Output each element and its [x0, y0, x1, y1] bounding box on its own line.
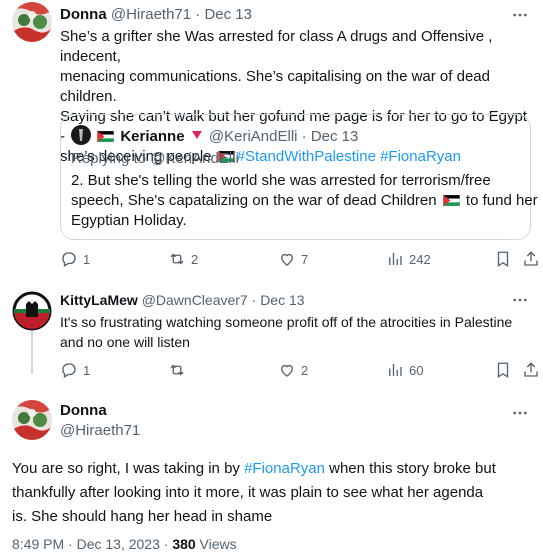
avatar-image [12, 2, 52, 42]
text-line: menacing communications. She’s capitalis… [60, 68, 490, 105]
palestine-flag-icon [442, 195, 460, 206]
text-line: and no one will listen [60, 334, 190, 350]
text-line: 2. But she's telling the world she was a… [71, 172, 491, 189]
share-button[interactable] [522, 361, 540, 379]
analytics-icon [389, 253, 402, 265]
bookmark-button[interactable] [494, 361, 512, 379]
text-line: when this story broke but [324, 460, 496, 477]
avatar-donna[interactable] [12, 2, 52, 42]
tweet-actions: 1 2 60 [60, 361, 538, 381]
reply-button[interactable]: 1 [60, 361, 90, 379]
tweet-text: You are so right, I was taking in by #Fi… [12, 457, 540, 529]
author-name[interactable]: KittyLaMew [60, 292, 138, 308]
text-line: speech, She's capatalizing on the war of… [71, 192, 441, 209]
views-button[interactable]: 60 [386, 361, 423, 379]
like-button[interactable]: 2 [278, 361, 308, 379]
heart-triangle-icon [191, 131, 202, 139]
separator: · [195, 6, 201, 23]
author-name[interactable]: Donna [60, 6, 107, 23]
like-count: 7 [301, 251, 309, 267]
text-line: She’s a grifter she Was arrested for cla… [60, 28, 493, 65]
author-handle[interactable]: @Hiraeth71 [60, 421, 140, 441]
reply-count: 1 [83, 362, 91, 378]
views-button[interactable]: 242 [386, 250, 431, 268]
tweet-meta: 8:49 PM · Dec 13, 2023 · 380 Views [12, 534, 237, 554]
author-name[interactable]: Donna [60, 401, 107, 421]
author-handle[interactable]: @DawnCleaver7 [142, 292, 248, 308]
retweet-button[interactable]: 2 [168, 250, 198, 268]
quoted-author-name[interactable]: Kerianne [120, 128, 184, 145]
reply-icon [62, 252, 76, 267]
reply-count: 1 [83, 251, 91, 267]
views-count: 60 [409, 362, 424, 378]
avatar-kittylamew[interactable] [12, 291, 52, 331]
reply-icon [62, 363, 76, 378]
avatar-kerianne[interactable] [71, 125, 91, 145]
quoted-tweet-date[interactable]: Dec 13 [311, 128, 359, 145]
separator: · [301, 128, 307, 145]
quoted-author-handle[interactable]: @KeriAndElli [209, 128, 298, 145]
palestine-flag-icon [97, 131, 115, 142]
heart-icon [281, 253, 293, 266]
text-line: It's so frustrating watching someone pro… [60, 314, 513, 330]
more-options-icon[interactable] [511, 291, 529, 309]
share-icon [524, 362, 538, 377]
retweet-button[interactable] [168, 361, 191, 379]
author-handle[interactable]: @Hiraeth71 [111, 6, 191, 23]
text-line: is. She should hang her head in shame [12, 508, 273, 525]
retweet-icon [170, 253, 184, 265]
tweet-actions: 1 2 7 242 [60, 250, 538, 270]
avatar-image [12, 291, 52, 331]
text-line: thankfully after looking into it more, i… [12, 484, 484, 501]
like-button[interactable]: 7 [278, 250, 308, 268]
hashtag-fionaryan[interactable]: #FionaRyan [244, 460, 325, 477]
separator: · [251, 292, 257, 308]
text-line: to fund her [461, 192, 538, 209]
reply-button[interactable]: 1 [60, 250, 90, 268]
tweet-date[interactable]: Dec 13 [260, 292, 304, 308]
analytics-icon [389, 364, 402, 376]
more-options-icon[interactable] [511, 404, 529, 422]
views-count: 242 [409, 251, 431, 267]
heart-icon [281, 364, 293, 377]
avatar-donna[interactable] [12, 400, 52, 440]
quoted-tweet[interactable]: Kerianne @KeriAndElli · Dec 13 Replying … [60, 114, 538, 240]
text-line: You are so right, I was taking in by [12, 460, 245, 477]
bookmark-button[interactable] [494, 250, 512, 268]
tweet-timestamp[interactable]: 8:49 PM · Dec 13, 2023 · [12, 536, 172, 552]
views-count: 380 [172, 536, 196, 552]
quoted-tweet-text: 2. But she's telling the world she was a… [71, 171, 538, 231]
bookmark-icon [497, 362, 509, 379]
tweet-text: It's so frustrating watching someone pro… [60, 312, 536, 352]
text-line: Egyptian Holiday. [71, 212, 187, 229]
retweet-count: 2 [191, 251, 199, 267]
bookmark-icon [497, 251, 509, 268]
share-button[interactable] [522, 250, 540, 268]
like-count: 2 [301, 362, 309, 378]
views-label: Views [195, 536, 237, 552]
avatar-image [12, 400, 52, 440]
tweet-date[interactable]: Dec 13 [204, 6, 252, 23]
retweet-icon [170, 364, 184, 376]
replying-to[interactable]: Replying to @KeriAndElli [71, 149, 239, 169]
share-icon [524, 251, 538, 266]
more-options-icon[interactable] [511, 6, 529, 24]
